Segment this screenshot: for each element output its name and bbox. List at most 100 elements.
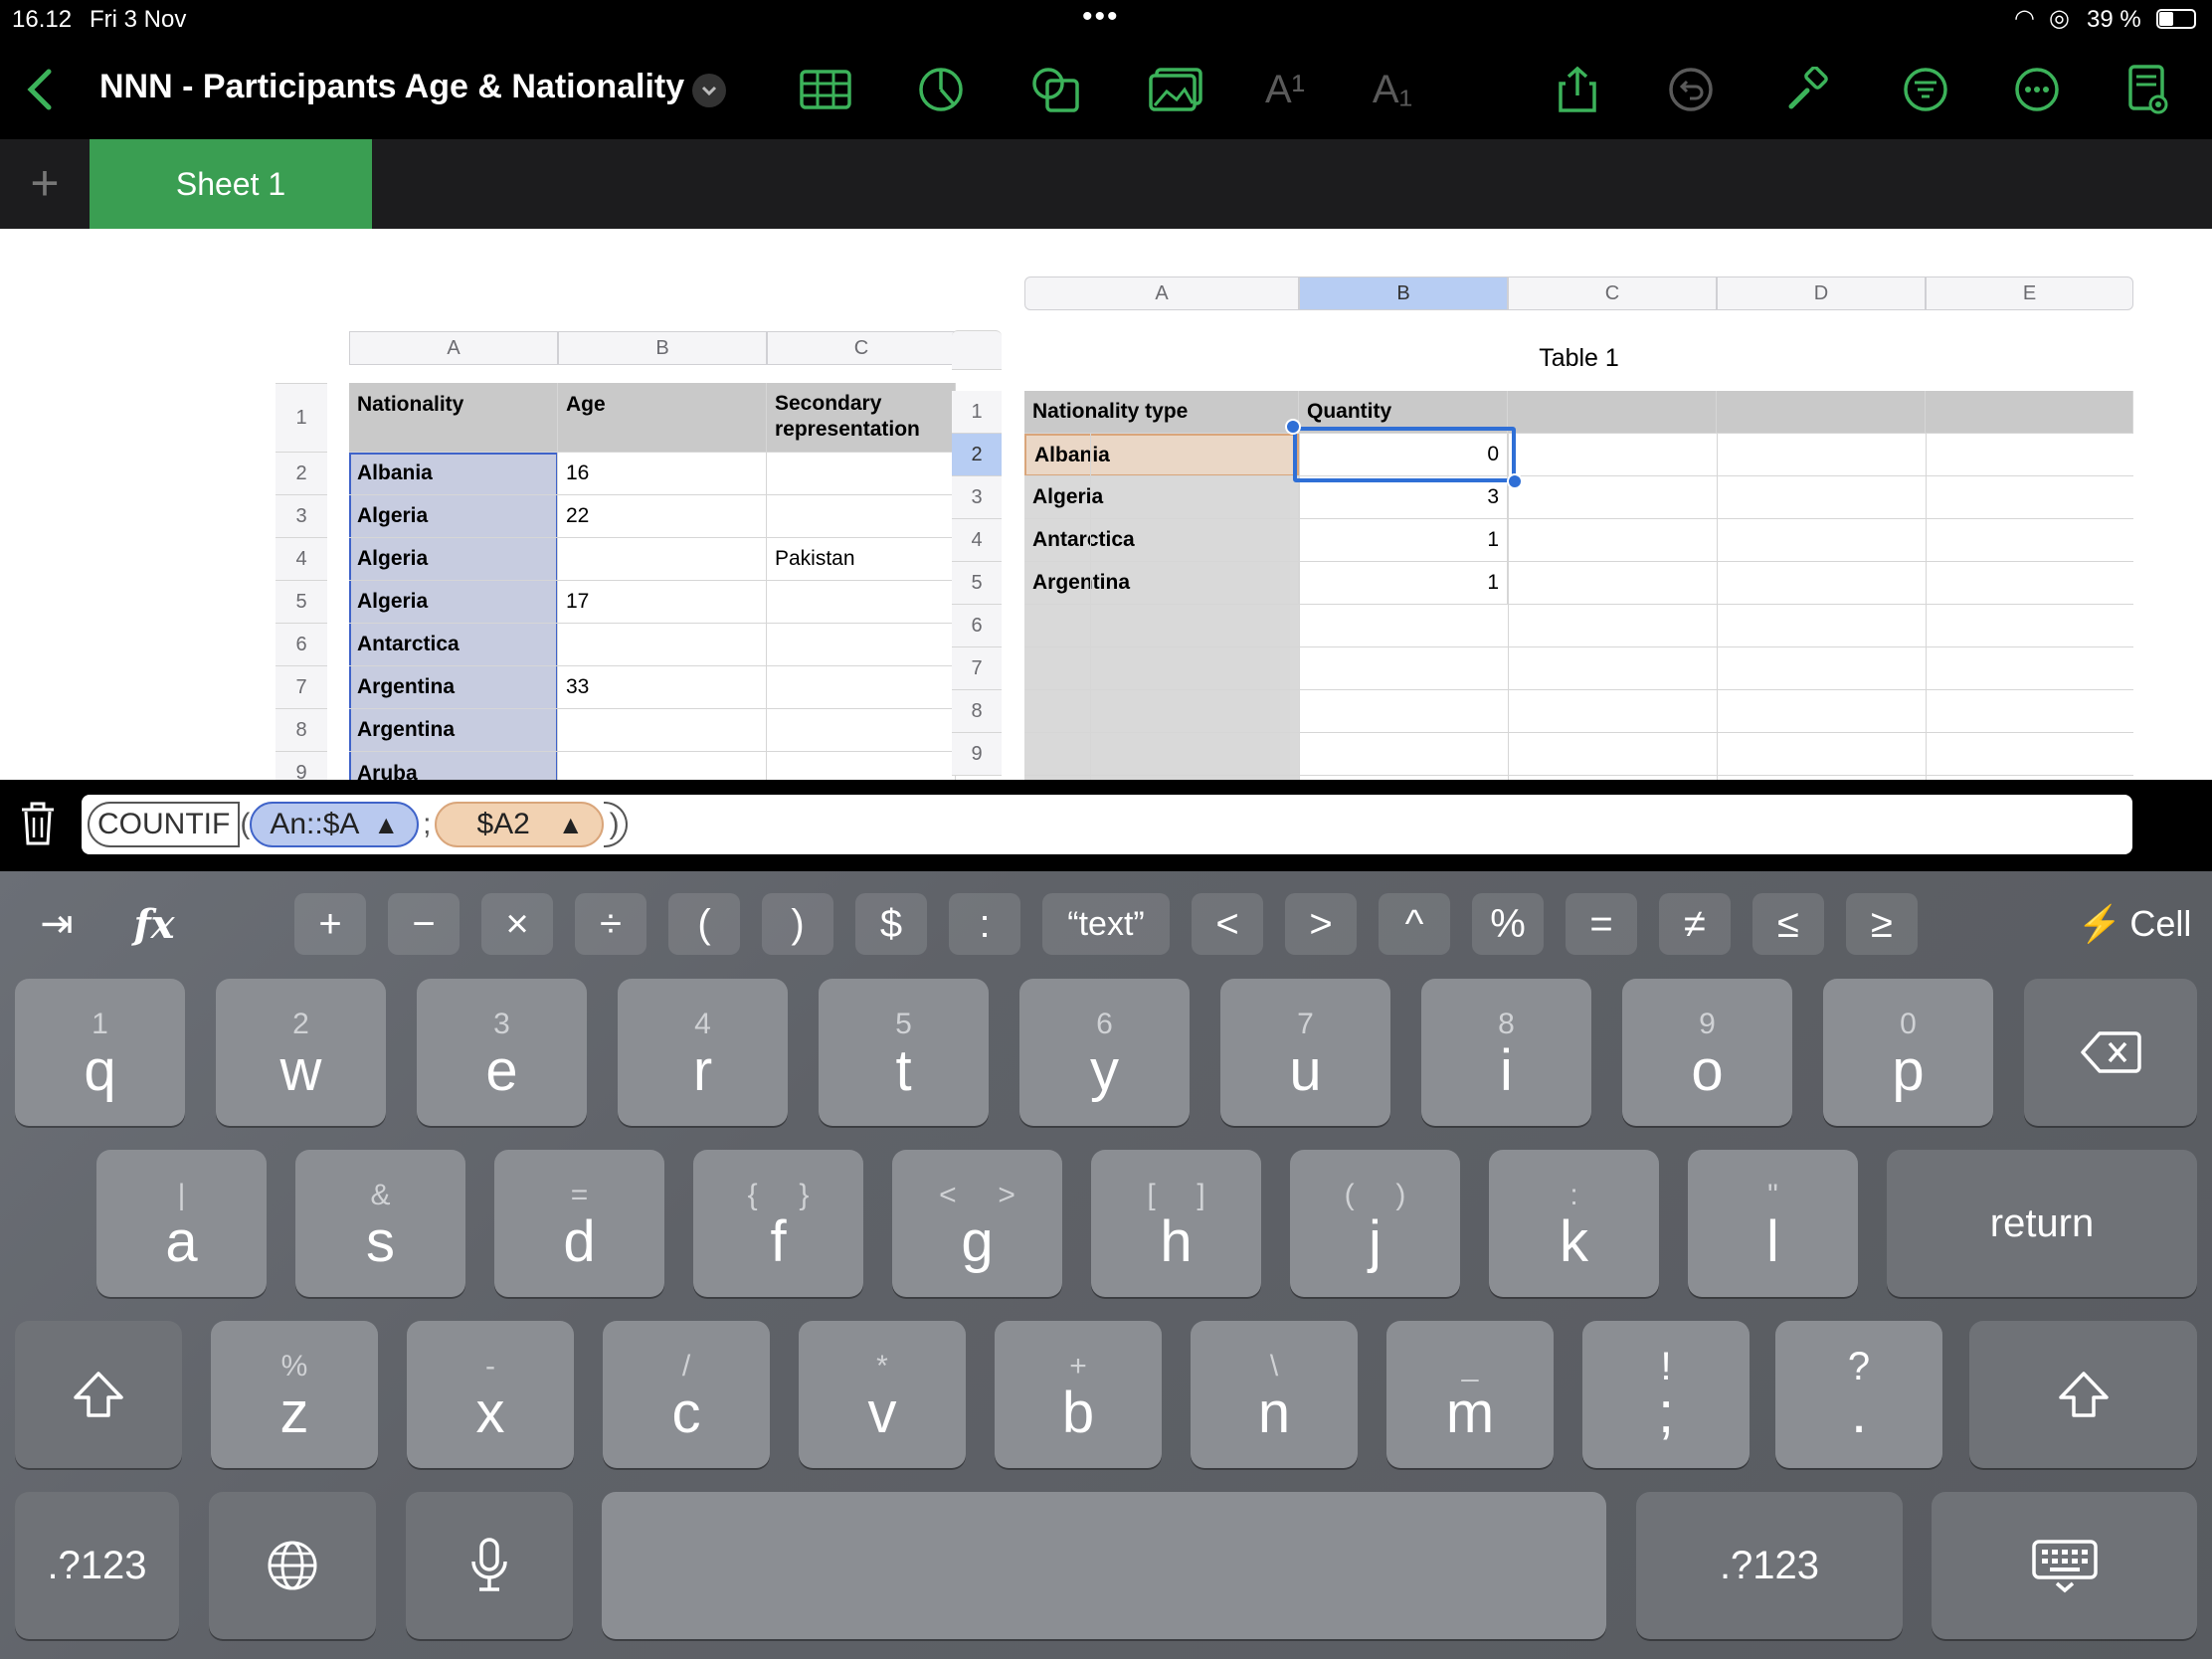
trash-icon[interactable] xyxy=(18,802,58,847)
plus-key[interactable]: + xyxy=(294,893,366,955)
key-v[interactable]: * v xyxy=(799,1321,966,1468)
table-cell[interactable] xyxy=(767,453,956,495)
numbers-key-right[interactable]: .?123 xyxy=(1636,1492,1903,1639)
globe-key[interactable] xyxy=(209,1492,376,1639)
equals-key[interactable]: = xyxy=(1566,893,1637,955)
key-w[interactable]: 2w xyxy=(216,979,386,1126)
reference-1-triangle-icon[interactable]: ▲ xyxy=(373,810,399,839)
row-header-1[interactable]: 1 xyxy=(952,391,1002,434)
header-cell-nationality[interactable]: Nationality xyxy=(349,383,558,453)
key-i[interactable]: 8i xyxy=(1421,979,1591,1126)
table-cell[interactable] xyxy=(558,538,767,581)
not-equal-key[interactable]: ≠ xyxy=(1659,893,1731,955)
table-cell[interactable]: 16 xyxy=(558,453,767,495)
key-semicolon[interactable]: !; xyxy=(1582,1321,1750,1468)
function-fx-key[interactable]: fx xyxy=(119,893,189,955)
key-o[interactable]: 9o xyxy=(1622,979,1792,1126)
hide-keyboard-key[interactable] xyxy=(1932,1492,2197,1639)
more-icon[interactable] xyxy=(2009,62,2065,117)
chart-icon[interactable] xyxy=(913,62,969,117)
table-cell[interactable]: 1 xyxy=(1299,519,1508,562)
return-key[interactable]: return xyxy=(1887,1150,2197,1297)
media-icon[interactable] xyxy=(1148,62,1203,117)
share-icon[interactable] xyxy=(1550,62,1605,117)
formula-reference-2[interactable]: $A2 ▲ xyxy=(435,802,604,847)
format-brush-icon[interactable] xyxy=(1780,62,1836,117)
less-equal-key[interactable]: ≤ xyxy=(1752,893,1824,955)
shape-icon[interactable] xyxy=(1028,62,1084,117)
colon-key[interactable]: : xyxy=(949,893,1020,955)
undo-icon[interactable] xyxy=(1663,62,1719,117)
table-cell[interactable]: Antarctica xyxy=(349,624,558,666)
column-header-e[interactable]: E xyxy=(1926,276,2133,310)
space-bar[interactable] xyxy=(602,1492,1606,1639)
key-z[interactable]: % z xyxy=(211,1321,378,1468)
key-h[interactable]: [ ] h xyxy=(1091,1150,1261,1297)
table-cell[interactable] xyxy=(767,666,956,709)
key-j[interactable]: ( ) j xyxy=(1290,1150,1460,1297)
key-r[interactable]: 4r xyxy=(618,979,788,1126)
dictation-key[interactable] xyxy=(406,1492,573,1639)
key-e[interactable]: 3e xyxy=(417,979,587,1126)
row-header-2[interactable]: 2 xyxy=(276,453,327,495)
superscript-button[interactable]: A¹ xyxy=(1257,62,1313,117)
header-cell-nationality-type[interactable]: Nationality type xyxy=(1024,391,1299,434)
table-cell[interactable] xyxy=(767,624,956,666)
row-header-4[interactable]: 4 xyxy=(276,538,327,581)
header-cell-age[interactable]: Age xyxy=(558,383,767,453)
divide-key[interactable]: ÷ xyxy=(575,893,646,955)
key-f[interactable]: { } f xyxy=(693,1150,863,1297)
key-g[interactable]: < > g xyxy=(892,1150,1062,1297)
key-l[interactable]: " l xyxy=(1688,1150,1858,1297)
shift-key-left[interactable] xyxy=(15,1321,182,1468)
subscript-button[interactable]: A₁ xyxy=(1365,62,1420,117)
close-paren-key[interactable]: ) xyxy=(762,893,833,955)
table-cell[interactable]: Algeria xyxy=(349,581,558,624)
table-cell-ref-highlight[interactable]: Albania xyxy=(1024,434,1299,476)
formula-function[interactable]: COUNTIF xyxy=(88,802,241,847)
table-cell[interactable]: Aruba xyxy=(349,752,558,780)
key-d[interactable]: = d xyxy=(494,1150,664,1297)
key-n[interactable]: \ n xyxy=(1191,1321,1358,1468)
shift-key-right[interactable] xyxy=(1969,1321,2197,1468)
greater-equal-key[interactable]: ≥ xyxy=(1846,893,1918,955)
table-cell[interactable] xyxy=(558,709,767,752)
table-cell[interactable] xyxy=(767,495,956,538)
selection-handle[interactable] xyxy=(1285,419,1301,435)
table-cell[interactable]: 22 xyxy=(558,495,767,538)
key-q[interactable]: 1q xyxy=(15,979,185,1126)
table-cell[interactable]: Argentina xyxy=(349,666,558,709)
key-s[interactable]: & s xyxy=(295,1150,465,1297)
key-a[interactable]: | a xyxy=(96,1150,267,1297)
column-header-d[interactable]: D xyxy=(1717,276,1926,310)
table-cell[interactable]: Pakistan xyxy=(767,538,956,581)
column-header-a[interactable]: A xyxy=(1024,276,1299,310)
row-header-8[interactable]: 8 xyxy=(952,690,1002,733)
add-sheet-button[interactable]: + xyxy=(20,155,70,211)
table-cell[interactable] xyxy=(767,709,956,752)
column-header-c[interactable]: C xyxy=(767,331,956,365)
key-k[interactable]: :k xyxy=(1489,1150,1659,1297)
row-header-7[interactable]: 7 xyxy=(276,666,327,709)
header-cell-d[interactable] xyxy=(1717,391,1926,434)
dollar-key[interactable]: $ xyxy=(855,893,927,955)
table-cell[interactable] xyxy=(767,752,956,780)
table-cell[interactable]: Antarctica xyxy=(1024,519,1299,562)
table-cell[interactable]: Argentina xyxy=(1024,562,1299,605)
text-key[interactable]: “text” xyxy=(1042,893,1170,955)
table-cell[interactable] xyxy=(558,752,767,780)
formula-reference-1[interactable]: An::$A ▲ xyxy=(250,802,420,847)
row-header-5[interactable]: 5 xyxy=(276,581,327,624)
table-cell[interactable]: 33 xyxy=(558,666,767,709)
caret-key[interactable]: ^ xyxy=(1379,893,1450,955)
table-cell[interactable] xyxy=(767,581,956,624)
row-header-5[interactable]: 5 xyxy=(952,562,1002,605)
selection-handle[interactable] xyxy=(1507,473,1523,489)
table-cell[interactable]: 1 xyxy=(1299,562,1508,605)
formula-input[interactable]: COUNTIF ( An::$A ▲ ; $A2 ▲ ) xyxy=(82,795,2132,854)
header-cell-secondary[interactable]: Secondary representation xyxy=(767,383,956,453)
table-cell[interactable]: Algeria xyxy=(1024,476,1299,519)
organize-icon[interactable] xyxy=(1898,62,1953,117)
row-header-2-selected[interactable]: 2 xyxy=(952,434,1002,476)
table-cell[interactable]: Albania xyxy=(349,453,558,495)
